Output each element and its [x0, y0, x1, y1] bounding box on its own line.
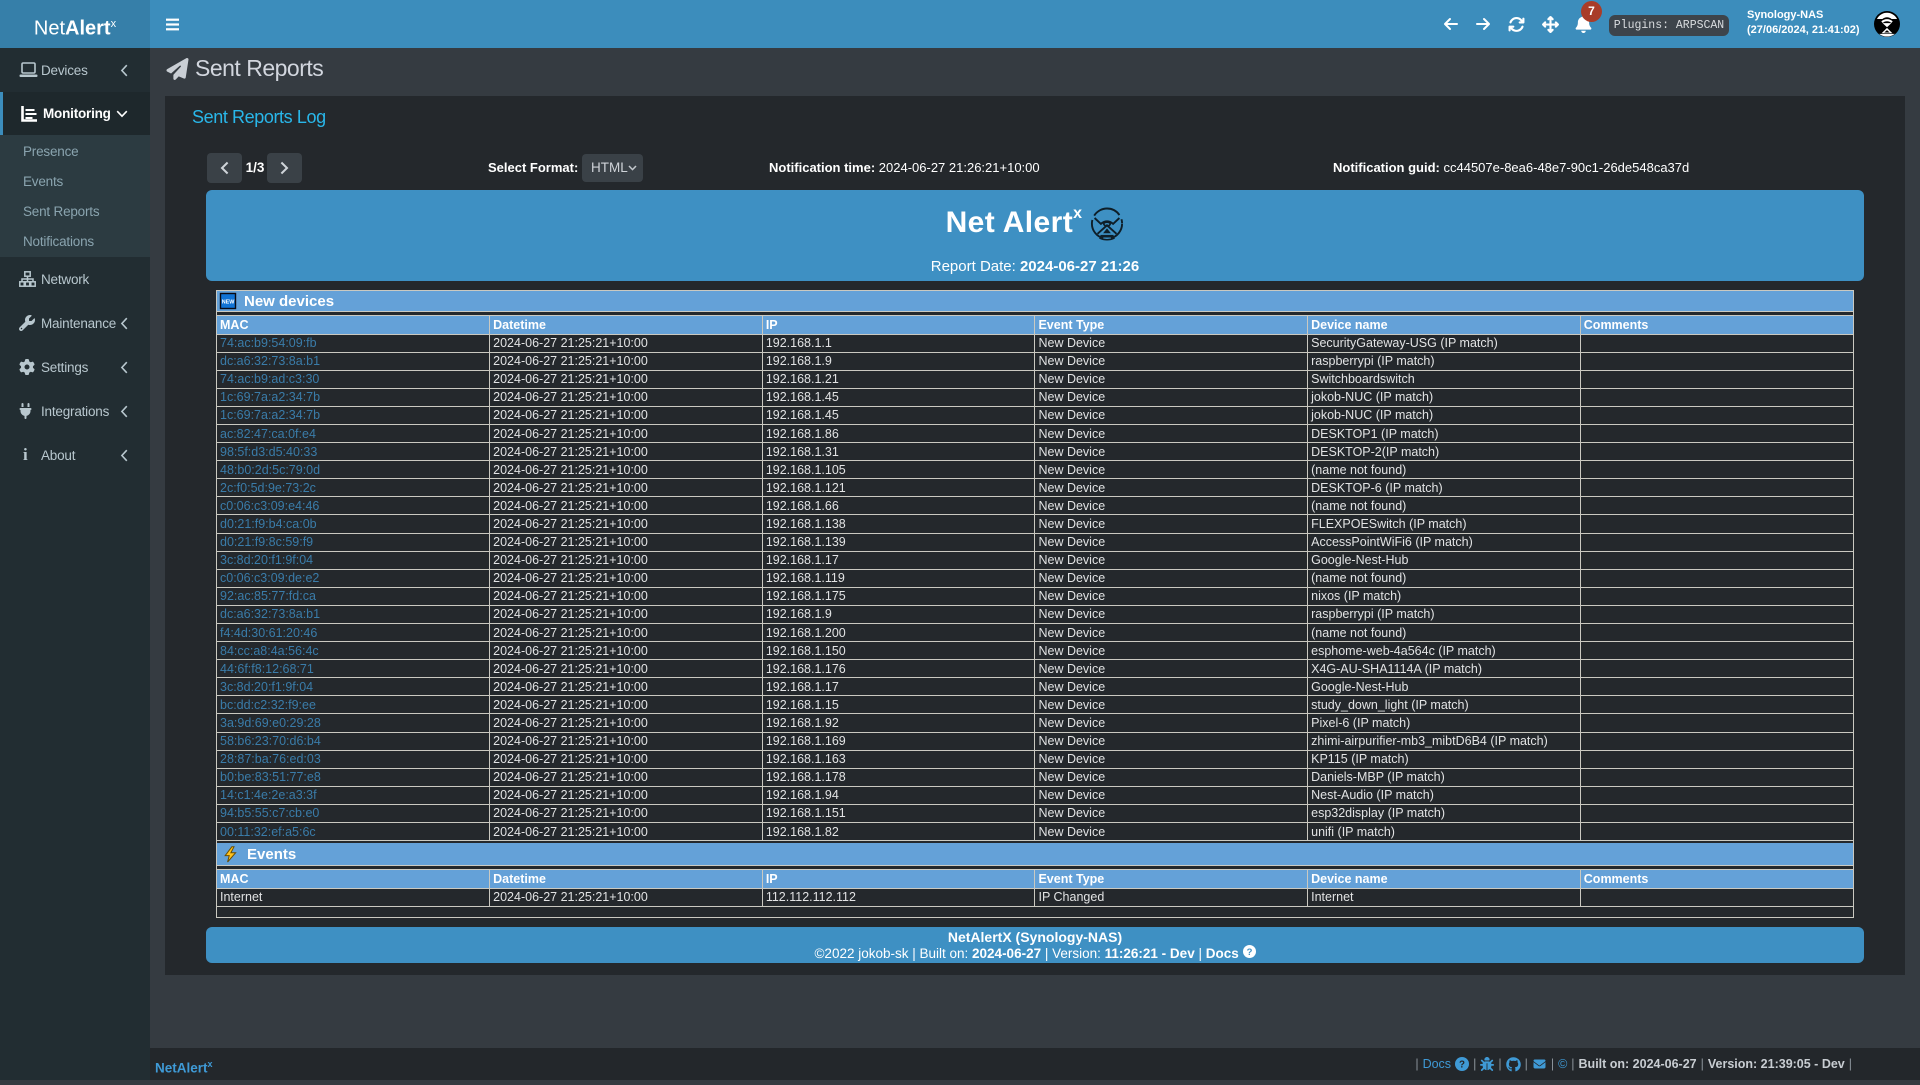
svg-text:?: ? — [1246, 947, 1252, 958]
svg-text:?: ? — [1459, 1059, 1465, 1070]
svg-text:NEW: NEW — [222, 299, 235, 305]
